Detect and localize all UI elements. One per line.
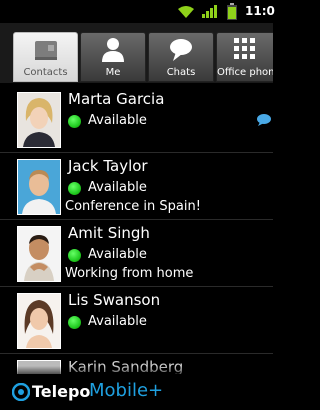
tab-label: Contacts [23,67,68,78]
telepo-logo-icon [12,383,30,401]
tab-chats[interactable]: Chats [148,32,214,82]
contacts-icon [34,41,57,60]
available-icon [68,316,81,329]
battery-icon [227,3,237,20]
avatar [17,293,61,349]
contact-note: Conference in Spain! [65,199,201,214]
contact-status: Available [88,314,147,329]
contact-note: Working from home [65,266,194,281]
available-icon [68,249,81,262]
tab-label: Me [105,67,121,78]
contact-name: Marta Garcia [68,90,165,108]
tab-contacts[interactable]: Contacts [13,32,78,82]
status-bar: 11:0 [0,0,275,23]
contact-name: Jack Taylor [68,157,148,175]
wifi-icon [178,6,194,18]
available-icon [68,182,81,195]
available-icon [68,115,81,128]
brand-suffix: Mobile+ [89,380,164,401]
contact-name: Amit Singh [68,224,150,242]
brand-name: Telepo [32,382,91,401]
avatar [17,92,61,148]
chat-indicator-icon[interactable] [257,114,271,126]
contact-row-amit-singh[interactable]: Amit Singh Available Working from home [0,220,273,287]
clock: 11:0 [245,4,275,18]
contact-status: Available [88,113,147,128]
contact-name: Lis Swanson [68,291,161,309]
avatar [17,159,61,215]
avatar [17,226,61,282]
tab-office-phone[interactable]: Office phon [216,32,273,82]
signal-icon [202,5,217,18]
tab-label: Chats [166,67,196,78]
chat-bubble-icon [170,39,192,61]
brand-bar: Telepo Mobile+ [0,374,273,410]
contact-row-lis-swanson[interactable]: Lis Swanson Available [0,287,273,354]
contact-status: Available [88,180,147,195]
contact-status: Available [88,247,147,262]
contact-row-jack-taylor[interactable]: Jack Taylor Available Conference in Spai… [0,153,273,220]
contact-row-marta-garcia[interactable]: Marta Garcia Available [0,86,273,153]
person-icon [102,38,124,62]
dialpad-icon [234,38,255,59]
tab-me[interactable]: Me [80,32,146,82]
contact-list[interactable]: Marta Garcia Available Jack Taylor Avail… [0,84,273,374]
tab-label: Office phon [217,67,273,78]
